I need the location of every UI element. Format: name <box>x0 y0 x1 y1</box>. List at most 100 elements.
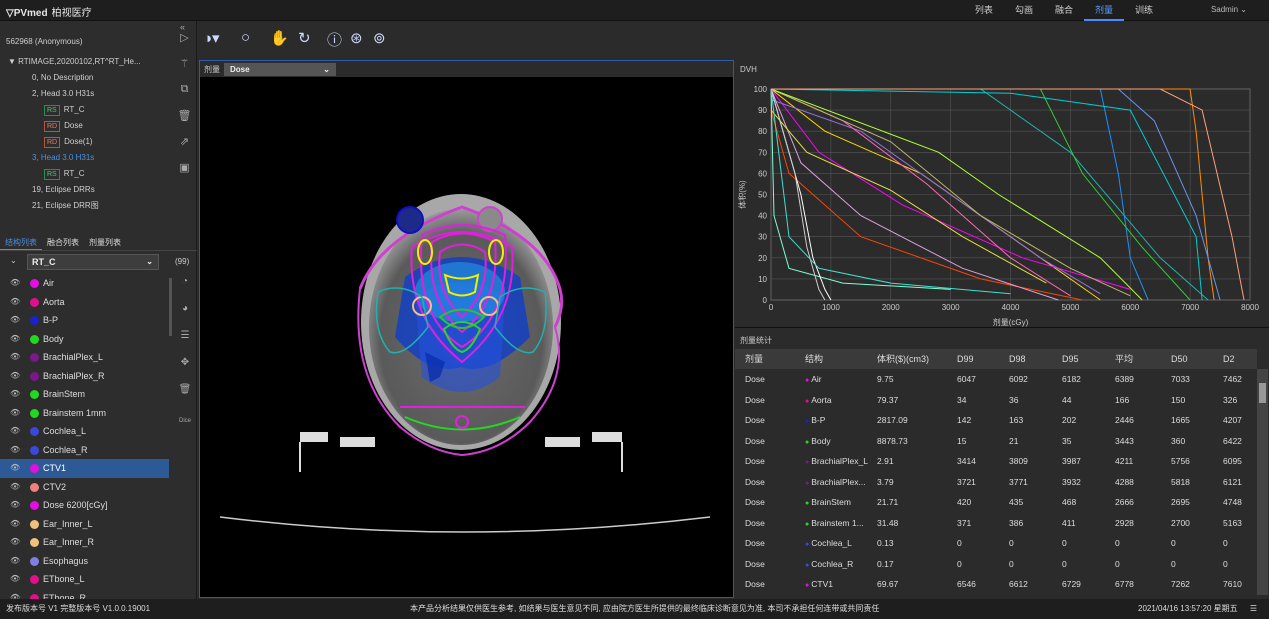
table-row[interactable]: Dose ● Cochlea_L 0.13 0 0 0 0 0 0 <box>735 533 1257 554</box>
structure-row[interactable]: 👁 ETbone_R <box>0 589 169 599</box>
tree-item[interactable]: 0, No Description <box>0 70 172 86</box>
tree-item[interactable]: RD Dose(1) <box>0 134 172 150</box>
table-row[interactable]: Dose ● BrachialPlex... 3.79 3721 3771 3932 4288… <box>735 472 1257 493</box>
structure-row[interactable]: 👁 Cochlea_R <box>0 441 169 460</box>
structure-row[interactable]: 👁 Cochlea_L <box>0 422 169 441</box>
tree-item[interactable]: 2, Head 3.0 H31s <box>0 86 172 102</box>
eye-icon[interactable]: 👁 <box>10 515 20 534</box>
eye-icon[interactable]: 👁 <box>10 552 20 571</box>
table-row[interactable]: Dose ● Brainstem 1... 31.48 371 386 411 2928 270… <box>735 513 1257 534</box>
structure-row[interactable]: 👁 Aorta <box>0 293 169 312</box>
reset-icon[interactable]: ↻ <box>298 29 311 51</box>
dose-select[interactable]: Dose ⌄ <box>224 63 336 76</box>
eye-icon[interactable]: 👁 <box>10 293 20 312</box>
table-row[interactable]: Dose ● Air 9.75 6047 6092 6182 6389 7033 7462 <box>735 369 1257 390</box>
window-level-icon[interactable]: ◑▾ <box>203 29 220 51</box>
move-icon[interactable]: ✥ <box>173 357 197 384</box>
eye-icon[interactable]: 👁 <box>10 274 20 293</box>
measure-icon[interactable]: ⊛ <box>350 29 363 51</box>
dice-icon[interactable]: Dice <box>173 411 197 438</box>
table-row[interactable]: Dose ● Body 8878.73 15 21 35 3443 360 6422 <box>735 431 1257 452</box>
export-icon[interactable]: ⇗ <box>172 135 197 161</box>
nav-item[interactable]: 融合 <box>1044 0 1084 21</box>
tab[interactable]: 融合列表 <box>42 235 84 250</box>
eye-icon[interactable]: 👁 <box>10 533 20 552</box>
pan-icon[interactable]: ✋ <box>270 29 289 51</box>
structure-row[interactable]: 👁 B-P <box>0 311 169 330</box>
structure-list-scrollbar[interactable] <box>169 278 172 336</box>
nav-item[interactable]: 训练 <box>1124 0 1164 21</box>
nav-item[interactable]: 剂量 <box>1083 0 1124 21</box>
structure-row[interactable]: 👁 BrainStem <box>0 385 169 404</box>
stats-scrollbar[interactable] <box>1257 369 1268 595</box>
menu-icon[interactable]: ☰ <box>1250 599 1257 619</box>
structure-row[interactable]: 👁 Ear_Inner_R <box>0 533 169 552</box>
zoom-icon[interactable]: ○ <box>241 29 250 51</box>
column-header[interactable]: D99 <box>957 349 1009 369</box>
structure-row[interactable]: 👁 Ear_Inner_L <box>0 515 169 534</box>
structure-row[interactable]: 👁 Body <box>0 330 169 349</box>
structure-set-select[interactable]: RT_C ⌄ <box>27 254 159 270</box>
eye-icon[interactable]: 👁 <box>10 422 20 441</box>
table-row[interactable]: Dose ● Cochlea_R 0.17 0 0 0 0 0 0 <box>735 554 1257 575</box>
tree-item[interactable]: ▼ RTIMAGE,20200102,RT^RT_He... <box>0 54 172 70</box>
collapse-structset-icon[interactable]: ⌄ <box>10 256 17 265</box>
table-row[interactable]: Dose ● B-P 2817.09 142 163 202 2446 1665 4207 <box>735 410 1257 431</box>
column-header[interactable]: D95 <box>1062 349 1115 369</box>
sliders-icon[interactable]: ☰ <box>173 330 197 357</box>
eye-icon[interactable]: 👁 <box>10 348 20 367</box>
tree-item[interactable]: 19, Eclipse DRRs <box>0 182 172 198</box>
copy-icon[interactable]: ⧉ <box>172 83 197 109</box>
column-header[interactable]: 结构 <box>805 349 877 369</box>
eye-icon[interactable]: 👁 <box>10 478 20 497</box>
column-header[interactable]: 体积($)(cm3) <box>877 349 957 369</box>
nav-item[interactable]: 列表 <box>964 0 1004 21</box>
tree-item[interactable]: RS RT_C <box>0 102 172 118</box>
info-icon[interactable]: ⓘ <box>327 29 342 51</box>
capture-icon[interactable]: ⊚ <box>373 29 386 51</box>
column-header[interactable]: D50 <box>1171 349 1223 369</box>
play-icon[interactable]: ▷ <box>172 31 197 57</box>
tab[interactable]: 结构列表 <box>0 235 42 250</box>
table-row[interactable]: Dose ● Aorta 79.37 34 36 44 166 150 326 <box>735 390 1257 411</box>
eye-icon[interactable]: 👁 <box>10 385 20 404</box>
eye-icon[interactable]: 👁 <box>10 311 20 330</box>
eye-icon[interactable]: 👁 <box>10 330 20 349</box>
column-header[interactable]: D98 <box>1009 349 1062 369</box>
image-import-icon[interactable]: ▣ <box>172 161 197 187</box>
tree-item[interactable]: RD Dose <box>0 118 172 134</box>
eye-icon[interactable]: 👁 <box>10 441 20 460</box>
structure-row[interactable]: 👁 ETbone_L <box>0 570 169 589</box>
tree-item[interactable]: 3, Head 3.0 H31s <box>0 150 172 166</box>
eye-icon[interactable]: 👁 <box>10 404 20 423</box>
structure-row[interactable]: 👁 Esophagus <box>0 552 169 571</box>
dvh-chart[interactable]: 0 1000 2000 3000 4000 5000 6000 7000 8000 0 10 20 30… <box>735 60 1269 328</box>
add-structure-icon[interactable]: ◔ <box>173 276 197 303</box>
tree-item[interactable]: 21, Eclipse DRR图 <box>0 198 172 214</box>
ct-viewer[interactable]: 剂量 Dose ⌄ <box>199 60 734 598</box>
eye-icon[interactable]: 👁 <box>10 459 20 478</box>
structure-row[interactable]: 👁 Dose 6200[cGy] <box>0 496 169 515</box>
trash-icon[interactable]: 🗑 <box>172 109 197 135</box>
user-menu[interactable]: Sadmin ⌄ <box>1211 5 1247 14</box>
column-header[interactable]: 剂量 <box>735 349 805 369</box>
table-row[interactable]: Dose ● BrainStem 21.71 420 435 468 2666 2695 4748 <box>735 492 1257 513</box>
structure-row[interactable]: 👁 Brainstem 1mm <box>0 404 169 423</box>
table-row[interactable]: Dose ● BrachialPlex_L 2.91 3414 3809 3987 4211 5… <box>735 451 1257 472</box>
table-row[interactable]: Dose ● CTV1 69.67 6546 6612 6729 6778 7262 7610 <box>735 574 1257 595</box>
structure-row[interactable]: 👁 BrachialPlex_R <box>0 367 169 386</box>
eye-icon[interactable]: 👁 <box>10 367 20 386</box>
eye-icon[interactable]: 👁 <box>10 496 20 515</box>
eye-icon[interactable]: 👁 <box>10 570 20 589</box>
structure-row[interactable]: 👁 BrachialPlex_L <box>0 348 169 367</box>
structure-row[interactable]: 👁 CTV1 <box>0 459 169 478</box>
tab[interactable]: 剂量列表 <box>84 235 126 250</box>
structure-row[interactable]: 👁 Air <box>0 274 169 293</box>
column-header[interactable]: 平均 <box>1115 349 1171 369</box>
structure-row[interactable]: 👁 CTV2 <box>0 478 169 497</box>
scroll-thumb[interactable] <box>1259 383 1266 403</box>
nav-item[interactable]: 勾画 <box>1004 0 1044 21</box>
column-header[interactable]: D2 <box>1223 349 1257 369</box>
tree-item[interactable]: RS RT_C <box>0 166 172 182</box>
trash-icon[interactable]: 🗑 <box>173 384 197 411</box>
